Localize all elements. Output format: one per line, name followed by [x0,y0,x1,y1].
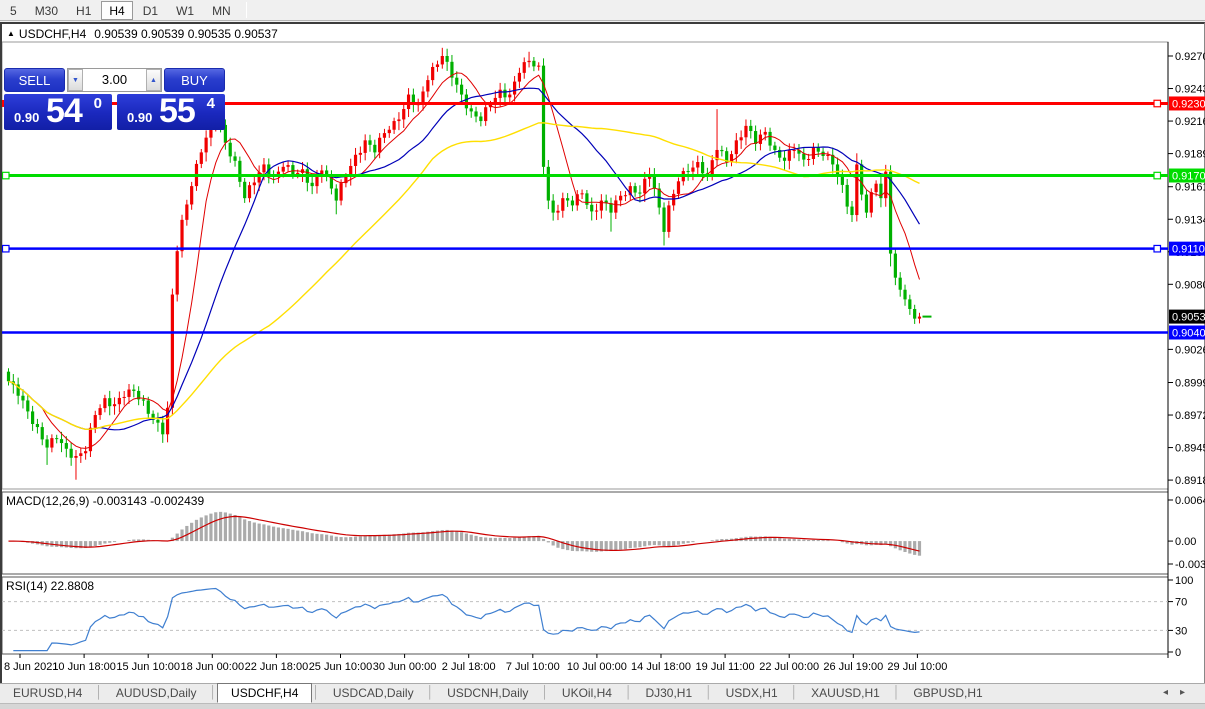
svg-text:0.89990: 0.89990 [1175,378,1205,390]
tab-separator: │ [427,684,435,703]
tabs-scroll-right-icon[interactable]: ▸ [1174,687,1191,698]
timeframe-toolbar: 5M30H1H4D1W1MN [0,0,1205,21]
chart-tab-eurusd[interactable]: EURUSD,H4 [0,684,95,703]
svg-text:26 Jul 19:00: 26 Jul 19:00 [823,661,883,673]
buy-price-pip: 4 [207,95,215,112]
timeframe-button-h4[interactable]: H4 [101,1,132,20]
buy-price-prefix: 0.90 [127,110,152,125]
svg-text:0.91101: 0.91101 [1172,244,1205,256]
svg-text:29 Jul 10:00: 29 Jul 10:00 [887,661,947,673]
svg-text:0.90537: 0.90537 [1172,312,1205,324]
timeframe-button-5[interactable]: 5 [2,1,25,20]
chart-symbol-label: USDCHF,H4 [19,27,86,41]
svg-text:0.92430: 0.92430 [1175,84,1205,96]
svg-text:0.90805: 0.90805 [1175,279,1205,291]
svg-text:0.00: 0.00 [1175,536,1196,548]
svg-text:0.92306: 0.92306 [1172,98,1205,110]
svg-text:70: 70 [1175,597,1187,609]
timeframe-button-h1[interactable]: H1 [68,1,99,20]
svg-text:30: 30 [1175,625,1187,637]
trading-terminal: 5M30H1H4D1W1MN ▲ USDCHF,H4 0.90539 0.90539… [0,0,1205,709]
svg-text:0.90405: 0.90405 [1172,328,1205,340]
sell-price-display[interactable]: 0.90 54 0 [4,94,112,130]
chart-window: ▲ USDCHF,H4 0.90539 0.90539 0.90535 0.9053… [0,22,1205,683]
volume-increase-button[interactable]: ▲ [146,69,161,91]
buy-button[interactable]: BUY [164,68,225,92]
sell-price-big: 54 [46,92,82,131]
sell-price-prefix: 0.90 [14,110,39,125]
svg-text:0.91708: 0.91708 [1172,171,1205,183]
svg-text:100: 100 [1175,575,1193,587]
svg-text:-0.0036: -0.0036 [1175,559,1205,571]
chart-tab-usdcnh[interactable]: USDCNH,Daily [434,684,541,703]
timeframe-button-m30[interactable]: M30 [27,1,66,20]
sell-price-pip: 0 [94,95,102,112]
timeframe-button-d1[interactable]: D1 [135,1,166,20]
svg-text:25 Jun 10:00: 25 Jun 10:00 [309,661,373,673]
svg-text:0.89720: 0.89720 [1175,410,1205,422]
one-click-trading-panel: SELL ▼ 3.00 ▲ BUY 0.90 54 0 0.90 55 4 [4,68,225,130]
tabs-scroll-left-icon[interactable]: ◂ [1157,687,1174,698]
timeframe-button-mn[interactable]: MN [204,1,239,20]
svg-text:2 Jul 18:00: 2 Jul 18:00 [442,661,496,673]
chart-tab-usdchf[interactable]: USDCHF,H4 [217,683,312,703]
svg-text:8 Jun 2021: 8 Jun 2021 [4,661,58,673]
svg-text:0.90265: 0.90265 [1175,344,1205,356]
tab-separator: │ [210,684,218,703]
chart-tab-ukoil[interactable]: UKOil,H4 [549,684,625,703]
svg-text:0.91615: 0.91615 [1175,182,1205,194]
svg-text:22 Jun 18:00: 22 Jun 18:00 [245,661,309,673]
tab-separator: │ [791,684,799,703]
volume-decrease-button[interactable]: ▼ [68,69,83,91]
svg-text:15 Jun 10:00: 15 Jun 10:00 [116,661,180,673]
price-axis: 0.92700 0.92430 0.92160 0.91890 0.91615 0.913… [1168,51,1205,487]
chart-tab-dj30[interactable]: DJ30,H1 [632,684,705,703]
svg-text:0.92700: 0.92700 [1175,51,1205,63]
svg-text:7 Jul 10:00: 7 Jul 10:00 [506,661,560,673]
svg-text:0.91345: 0.91345 [1175,214,1205,226]
svg-text:0: 0 [1175,647,1181,659]
tab-separator: │ [541,684,549,703]
volume-spinner: ▼ 3.00 ▲ [67,68,162,92]
chart-tab-xauusd[interactable]: XAUUSD,H1 [798,684,893,703]
window-bottom-strip [0,703,1205,709]
chart-tab-usdcad[interactable]: USDCAD,Daily [320,684,427,703]
svg-text:0.89180: 0.89180 [1175,475,1205,487]
sell-button[interactable]: SELL [4,68,65,92]
svg-text:19 Jul 11:00: 19 Jul 11:00 [696,661,755,673]
chart-tab-audusd[interactable]: AUDUSD,Daily [103,684,210,703]
svg-text:0.91890: 0.91890 [1175,149,1205,161]
chart-ohlc-values: 0.90539 0.90539 0.90535 0.90537 [94,27,278,41]
chart-tab-usdx[interactable]: USDX,H1 [713,684,791,703]
tab-separator: │ [893,684,901,703]
tab-separator: │ [95,684,103,703]
svg-text:14 Jul 18:00: 14 Jul 18:00 [631,661,691,673]
collapse-arrow-icon[interactable]: ▲ [7,29,15,38]
svg-text:30 Jun 00:00: 30 Jun 00:00 [373,661,437,673]
toolbar-separator [246,2,247,18]
tab-separator: │ [625,684,633,703]
chart-title: ▲ USDCHF,H4 0.90539 0.90539 0.90535 0.9053… [7,27,278,41]
svg-text:10 Jun 18:00: 10 Jun 18:00 [52,661,116,673]
svg-text:18 Jun 00:00: 18 Jun 00:00 [180,661,244,673]
buy-price-big: 55 [159,92,195,131]
chart-tabs-bar: EURUSD,H4│AUDUSD,Daily│USDCHF,H4│USDCAD,… [0,683,1205,703]
svg-text:0.92160: 0.92160 [1175,116,1205,128]
timeframe-button-w1[interactable]: W1 [168,1,202,20]
tab-separator: │ [705,684,713,703]
svg-text:10 Jul 00:00: 10 Jul 00:00 [567,661,627,673]
svg-text:0.89450: 0.89450 [1175,443,1205,455]
tab-separator: │ [312,684,320,703]
chart-tab-gbpusd[interactable]: GBPUSD,H1 [900,684,995,703]
date-axis: 8 Jun 202110 Jun 18:0015 Jun 10:0018 Jun… [4,654,947,673]
rsi-label: RSI(14) 22.8808 [6,579,94,593]
svg-text:22 Jul 00:00: 22 Jul 00:00 [759,661,819,673]
volume-input[interactable]: 3.00 [83,69,146,91]
buy-price-display[interactable]: 0.90 55 4 [117,94,225,130]
svg-text:0.006455: 0.006455 [1175,495,1205,507]
last-close-marker [922,316,931,318]
macd-label: MACD(12,26,9) -0.003143 -0.002439 [6,494,204,508]
